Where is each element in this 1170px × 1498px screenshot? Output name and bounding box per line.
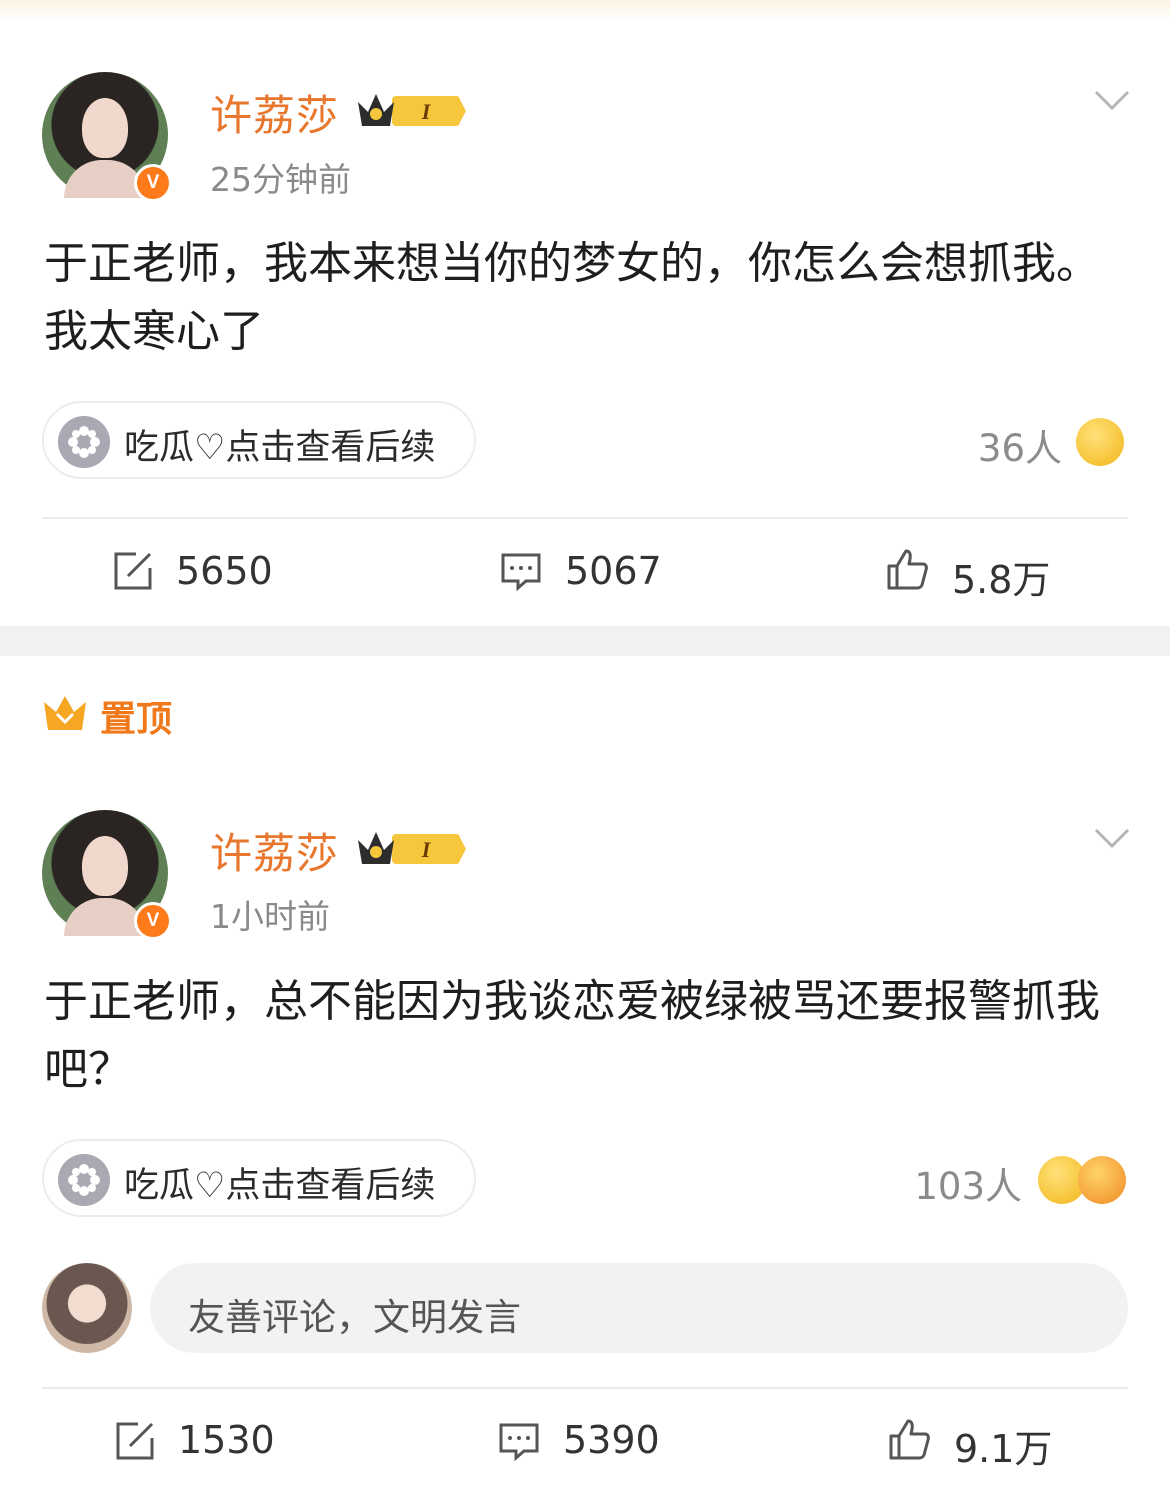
topic-pill[interactable]: 吃瓜♡点击查看后续: [42, 401, 476, 479]
post-time: 25分钟前: [210, 160, 351, 199]
comment-icon[interactable]: [500, 550, 542, 592]
divider: [42, 517, 1128, 519]
topic-flower-icon: [58, 416, 110, 468]
reaction-count[interactable]: 103人: [880, 1156, 1022, 1210]
like-icon[interactable]: [888, 1418, 930, 1460]
member-crown-level-icon[interactable]: I: [354, 826, 466, 870]
comment-count[interactable]: 5390: [563, 1418, 660, 1462]
comment-count[interactable]: 5067: [565, 549, 662, 593]
reaction-count[interactable]: 36人: [940, 418, 1062, 472]
topic-pill[interactable]: 吃瓜♡点击查看后续: [42, 1139, 476, 1217]
topic-flower-icon: [58, 1154, 110, 1206]
my-avatar: [42, 1263, 132, 1353]
topic-pill-label: 吃瓜♡点击查看后续: [124, 428, 436, 468]
repost-count[interactable]: 5650: [176, 549, 273, 593]
like-count[interactable]: 5.8万: [952, 549, 1050, 604]
pinned-label: 置顶: [100, 699, 173, 740]
verified-badge-icon: V: [134, 902, 172, 940]
post-time: 1小时前: [210, 897, 330, 936]
top-header-band: [0, 0, 1170, 22]
post-content: 于正老师，我本来想当你的梦女的，你怎么会想抓我。我太寒心了: [44, 238, 1100, 357]
love-emoji-icon[interactable]: [1078, 1156, 1126, 1204]
post-content: 于正老师，总不能因为我谈恋爱被绿被骂还要报警抓我吧？: [44, 976, 1100, 1095]
laugh-emoji-icon[interactable]: [1076, 418, 1124, 466]
repost-icon[interactable]: [114, 1420, 156, 1462]
topic-pill-label: 吃瓜♡点击查看后续: [124, 1166, 436, 1206]
user-avatar[interactable]: V: [42, 810, 172, 940]
like-count[interactable]: 9.1万: [954, 1418, 1052, 1473]
chevron-down-icon[interactable]: [1094, 82, 1130, 118]
user-avatar[interactable]: V: [42, 72, 172, 202]
username[interactable]: 许荔莎: [210, 820, 339, 881]
verified-badge-icon: V: [134, 164, 172, 202]
pinned-crown-icon: [44, 696, 86, 730]
comment-icon[interactable]: [498, 1420, 540, 1462]
repost-icon[interactable]: [112, 550, 154, 592]
comment-input-placeholder: 友善评论，文明发言: [188, 1296, 521, 1339]
member-crown-level-icon[interactable]: I: [354, 88, 466, 132]
repost-count[interactable]: 1530: [178, 1418, 275, 1462]
like-icon[interactable]: [886, 548, 928, 590]
level-text: I: [421, 837, 432, 862]
chevron-down-icon[interactable]: [1094, 820, 1130, 856]
comment-input[interactable]: 友善评论，文明发言: [150, 1263, 1128, 1353]
divider: [42, 1387, 1128, 1389]
level-text: I: [421, 99, 432, 124]
post-separator: [0, 626, 1170, 656]
username[interactable]: 许荔莎: [210, 82, 339, 143]
